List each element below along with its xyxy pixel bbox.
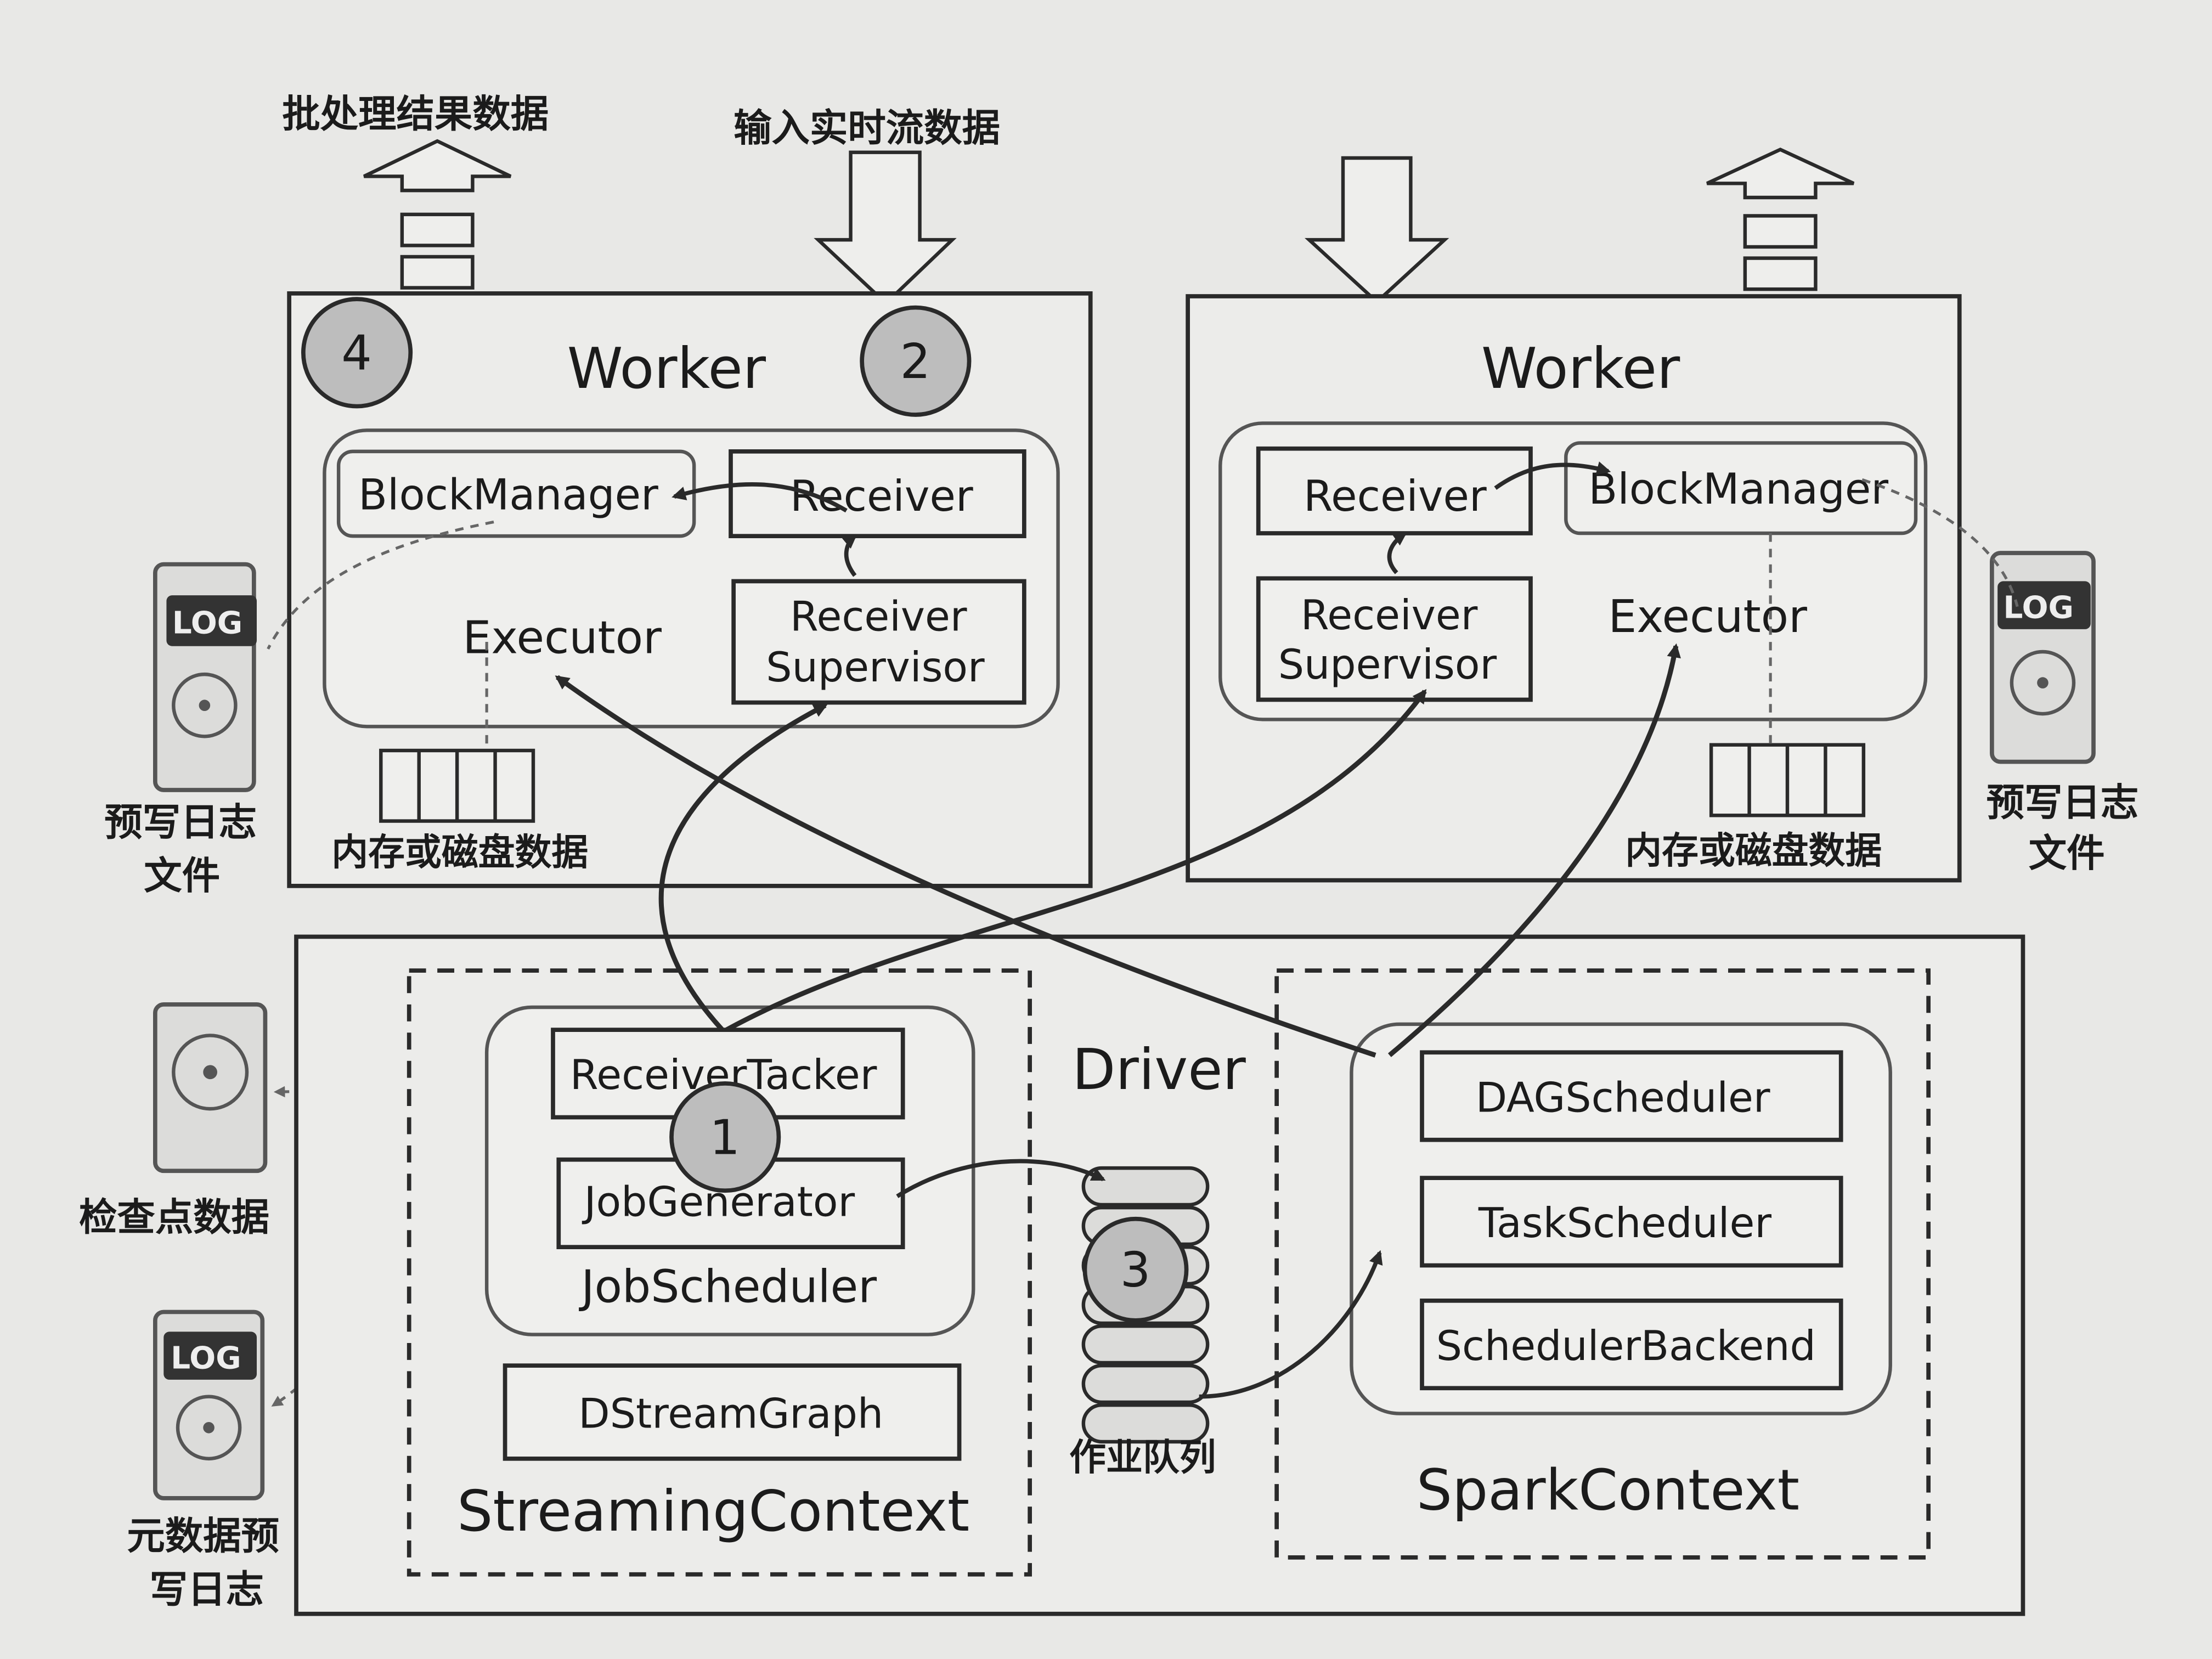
metadata-wal-icon: LOG <box>153 1310 265 1500</box>
dstream-graph-label: DStreamGraph <box>578 1390 883 1437</box>
spark-streaming-architecture-diagram: 批处理结果数据 输入实时流数据 Worker BlockManager Rece… <box>0 0 2212 1659</box>
wal-left-line1: 预写日志 <box>104 800 257 844</box>
job-queue-label: 作业队列 <box>1069 1436 1216 1479</box>
worker-right-title: Worker <box>1481 336 1680 402</box>
executor-label: Executor <box>462 612 662 664</box>
driver-node: Driver ReceiverTacker JobGenerator JobSc… <box>294 934 2025 1616</box>
step-badge-2-label: 2 <box>900 334 931 390</box>
worker-left-title: Worker <box>567 336 766 402</box>
job-scheduler-label: JobScheduler <box>578 1261 877 1313</box>
log-badge-right: LOG <box>2003 589 2074 625</box>
block-manager-label: BlockManager <box>358 470 658 520</box>
storage-blocks-right <box>1709 743 1866 817</box>
metadata-wal-line1: 元数据预 <box>127 1514 279 1558</box>
storage-label: 内存或磁盘数据 <box>331 831 588 873</box>
step-badge-1-label: 1 <box>709 1109 740 1165</box>
checkpoint-label: 检查点数据 <box>79 1195 269 1239</box>
metadata-wal-line2: 写日志 <box>150 1568 264 1612</box>
storage-label-right: 内存或磁盘数据 <box>1625 830 1882 872</box>
storage-blocks <box>379 748 535 823</box>
dag-scheduler-label: DAGScheduler <box>1476 1074 1770 1121</box>
block-manager-label-right: BlockManager <box>1588 465 1888 514</box>
executor-label-right: Executor <box>1608 591 1807 643</box>
spark-context-label: SparkContext <box>1417 1458 1799 1523</box>
log-badge-meta: LOG <box>171 1340 241 1376</box>
receiver-supervisor-right-line1: Receiver <box>1301 591 1478 639</box>
worker-left: Worker BlockManager Receiver Executor Re… <box>287 291 1093 888</box>
worker-right: Worker Receiver BlockManager Receiver Su… <box>1186 294 1962 883</box>
wal-icon-left: LOG <box>153 562 257 792</box>
diagram-stage: 批处理结果数据 输入实时流数据 Worker BlockManager Rece… <box>0 0 2212 1659</box>
receiver-supervisor-line2: Supervisor <box>766 644 985 691</box>
receiver-label-right: Receiver <box>1304 472 1487 521</box>
wal-right-line2: 文件 <box>2029 832 2105 876</box>
wal-left-line2: 文件 <box>144 854 220 898</box>
scheduler-backend-label: SchedulerBackend <box>1436 1322 1816 1370</box>
receiver-supervisor-line1: Receiver <box>790 592 967 640</box>
batch-results-label: 批处理结果数据 <box>282 92 549 136</box>
step-badge-3-label: 3 <box>1120 1242 1151 1298</box>
wal-icon-right: LOG <box>1990 551 2096 764</box>
receiver-supervisor-right-line2: Supervisor <box>1278 641 1497 689</box>
checkpoint-icon <box>153 1002 268 1173</box>
streaming-context-label: StreamingContext <box>457 1479 969 1544</box>
input-stream-label: 输入实时流数据 <box>733 106 1000 150</box>
step-badge-4-label: 4 <box>341 325 372 381</box>
task-scheduler-label: TaskScheduler <box>1478 1199 1772 1247</box>
wal-right-line1: 预写日志 <box>1987 781 2139 825</box>
log-badge-left: LOG <box>172 605 243 641</box>
driver-title: Driver <box>1072 1037 1246 1103</box>
